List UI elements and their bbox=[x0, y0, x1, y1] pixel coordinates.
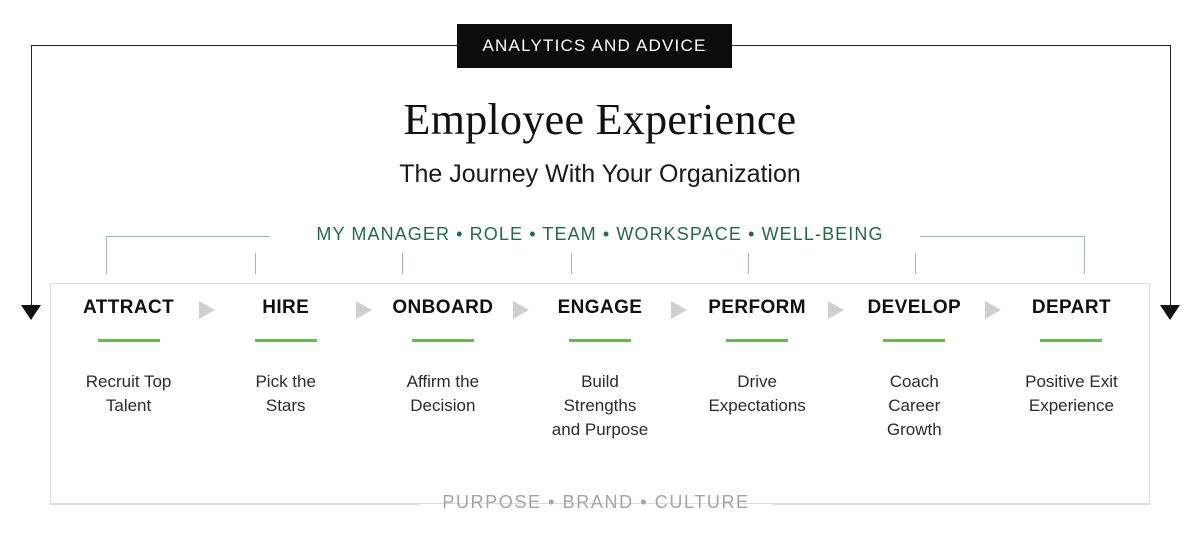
stage-label: DEPART bbox=[1031, 297, 1111, 318]
stage-description: Build Strengths and Purpose bbox=[551, 372, 649, 439]
stage-label: PERFORM bbox=[708, 297, 807, 318]
analytics-and-advice-banner: ANALYTICS AND ADVICE bbox=[457, 24, 732, 68]
stage-description: Positive Exit Experience bbox=[1025, 372, 1118, 415]
page-title: Employee Experience bbox=[403, 95, 797, 144]
stage-description: Pick the Stars bbox=[255, 372, 316, 415]
page-subtitle: The Journey With Your Organization bbox=[399, 160, 801, 188]
driver-tick-3 bbox=[402, 253, 403, 274]
stage-description: Coach Career Growth bbox=[886, 372, 942, 439]
stage-hire[interactable]: HIRE Pick the Stars bbox=[207, 283, 373, 504]
driver-tick-5 bbox=[748, 253, 749, 274]
stage-label: DEVELOP bbox=[867, 297, 962, 318]
stage-perform[interactable]: PERFORM Drive Expectations bbox=[679, 283, 844, 504]
footer-rule-left bbox=[50, 504, 420, 505]
driver-tick-6 bbox=[915, 253, 916, 274]
stages-row: ATTRACT Recruit Top Talent HIRE Pick the St… bbox=[50, 283, 1150, 504]
infographic-canvas: ANALYTICS AND ADVICE Employee Experience… bbox=[0, 0, 1200, 535]
stage-attract[interactable]: ATTRACT Recruit Top Talent bbox=[50, 283, 216, 504]
stage-underline bbox=[411, 339, 474, 342]
driver-bracket-left bbox=[106, 236, 270, 237]
stage-underline bbox=[97, 339, 160, 342]
driver-tick-7 bbox=[1084, 236, 1085, 274]
driver-tick-4 bbox=[571, 253, 572, 274]
stage-underline bbox=[568, 339, 631, 342]
stage-engage[interactable]: ENGAGE Build Strengths and Purpose bbox=[521, 283, 687, 504]
stage-description: Recruit Top Talent bbox=[85, 372, 172, 415]
stage-description: Affirm the Decision bbox=[406, 372, 480, 415]
stage-label: ATTRACT bbox=[83, 297, 175, 318]
banner-label: ANALYTICS AND ADVICE bbox=[482, 36, 707, 55]
stage-onboard[interactable]: ONBOARD Affirm the Decision bbox=[364, 283, 530, 504]
flow-arrow-down-left-icon bbox=[21, 305, 41, 320]
drivers-label: MY MANAGER • ROLE • TEAM • WORKSPACE • W… bbox=[316, 224, 884, 244]
stage-develop[interactable]: DEVELOP Coach Career Growth bbox=[836, 283, 1001, 504]
stage-label: HIRE bbox=[262, 297, 310, 318]
stage-depart[interactable]: DEPART Positive Exit Experience bbox=[993, 283, 1150, 504]
driver-tick-2 bbox=[255, 253, 256, 274]
stage-label: ENGAGE bbox=[557, 297, 643, 318]
stage-description: Drive Expectations bbox=[708, 372, 806, 415]
stage-underline bbox=[883, 339, 946, 342]
stage-underline bbox=[1040, 339, 1103, 342]
frame-top-line-left bbox=[31, 45, 459, 46]
footer-rule-right bbox=[772, 504, 1150, 505]
stage-label: ONBOARD bbox=[392, 297, 494, 318]
stage-underline bbox=[726, 339, 789, 342]
driver-bracket-right bbox=[920, 236, 1084, 237]
footer-label: PURPOSE • BRAND • CULTURE bbox=[442, 492, 750, 512]
driver-tick-1 bbox=[106, 236, 107, 274]
stage-underline bbox=[254, 339, 317, 342]
flow-arrow-down-right-icon bbox=[1160, 305, 1180, 320]
frame-top-line-right bbox=[731, 45, 1171, 46]
